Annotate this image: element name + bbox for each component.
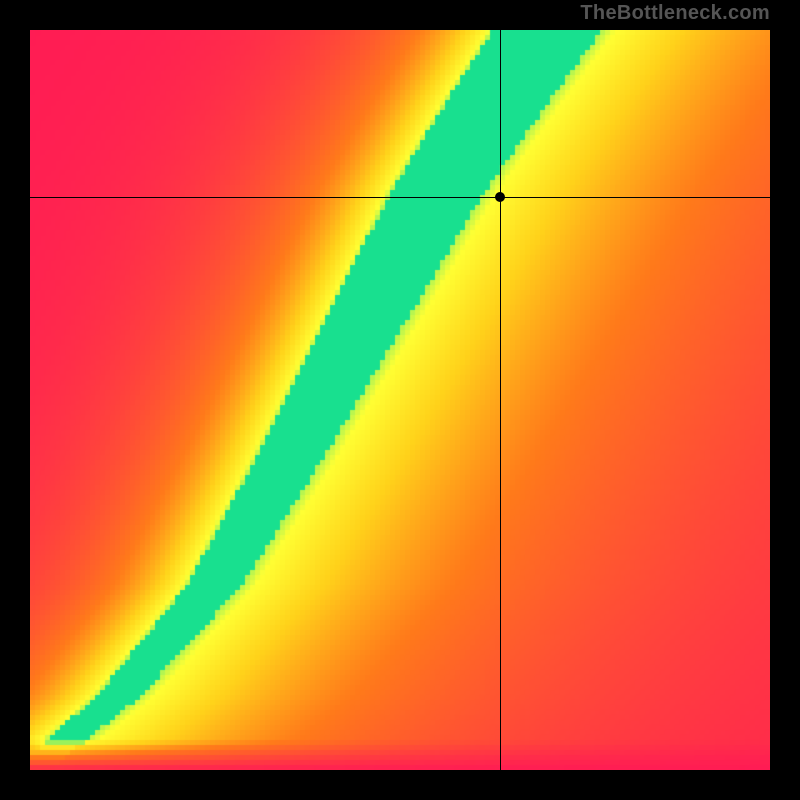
chart-frame: TheBottleneck.com <box>0 0 800 800</box>
watermark-text: TheBottleneck.com <box>580 2 770 25</box>
heatmap-plot <box>30 30 770 770</box>
crosshair-horizontal <box>30 197 770 198</box>
heatmap-canvas <box>30 30 770 770</box>
crosshair-vertical <box>500 30 501 770</box>
crosshair-marker <box>495 192 505 202</box>
